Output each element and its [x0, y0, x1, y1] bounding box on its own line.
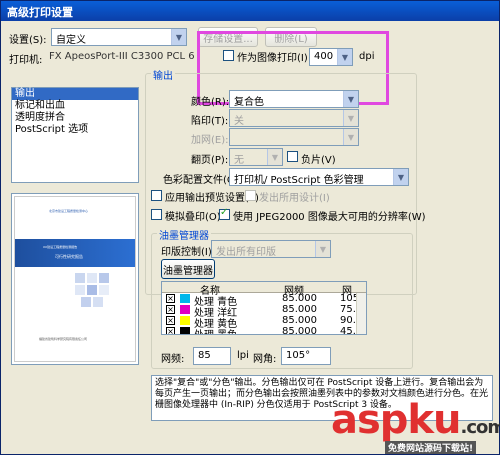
ink-swatch	[180, 294, 190, 303]
chevron-down-icon: ▼	[343, 91, 358, 107]
output-group-title: 输出	[151, 67, 175, 82]
flip-label: 翻页(P):	[191, 155, 229, 166]
watermark-suffix: .com	[460, 417, 500, 438]
simulate-overprint-checkbox[interactable]	[151, 209, 162, 220]
angle-value: 105°	[286, 350, 311, 361]
negative-checkbox[interactable]	[287, 151, 298, 162]
sidebar-item-marks-bleed[interactable]: 标记和出血	[12, 100, 138, 112]
watermark-main: aspku	[331, 397, 462, 443]
chevron-down-icon: ▼	[267, 149, 282, 165]
frequency-unit: lpi	[237, 350, 249, 361]
plate-control-value: 发出所有印版	[216, 247, 276, 258]
ink-table-scrollbar[interactable]	[356, 293, 366, 334]
window-title: 高级打印设置	[1, 1, 499, 21]
ink-table: 名称 网频 网 × 处理 青色 85.000 105 × 处理 洋红 85.000 75. × 处…	[161, 281, 367, 335]
angle-label: 网角:	[253, 354, 277, 365]
chevron-down-icon: ▼	[315, 241, 330, 257]
simulate-overprint-label: 模拟叠印(O)	[165, 212, 221, 223]
trapping-dropdown[interactable]: 关 ▼	[229, 109, 359, 127]
ink-row[interactable]: × 处理 黑色 85.000 45.	[162, 326, 356, 335]
ink-name: 处理 黑色	[194, 326, 237, 334]
frequency-label: 网频:	[161, 354, 185, 365]
printer-value: FX ApeosPort-III C3300 PCL 6	[49, 51, 195, 62]
plate-control-label: 印版控制(I):	[161, 247, 216, 258]
printer-label: 打印机:	[9, 55, 43, 66]
ink-table-header: 名称 网频 网	[162, 282, 366, 297]
settings-dropdown[interactable]: 自定义 ▼	[51, 28, 187, 46]
ink-angle: 90.	[340, 315, 356, 326]
chevron-down-icon: ▼	[343, 110, 358, 126]
ink-enable-icon[interactable]: ×	[166, 294, 175, 303]
ink-enable-icon[interactable]: ×	[166, 305, 175, 314]
negative-label: 负片(V)	[301, 155, 336, 166]
preview-line1: 北京市建设工程质量检测中心	[49, 209, 89, 213]
plate-control-dropdown[interactable]: 发出所有印版 ▼	[211, 240, 331, 258]
ink-swatch	[180, 327, 190, 334]
chevron-down-icon: ▼	[171, 29, 186, 45]
color-dropdown[interactable]: 复合色 ▼	[229, 90, 359, 108]
preview-line3: 可行性研究报告	[55, 254, 83, 259]
ink-angle: 75.	[340, 304, 356, 315]
angle-input[interactable]: 105°	[281, 347, 331, 365]
ink-swatch	[180, 305, 190, 314]
ink-frequency: 85.000	[282, 304, 317, 315]
trapping-label: 陷印(T):	[191, 116, 229, 127]
color-profile-value: 打印机/ PostScript 色彩管理	[234, 175, 364, 186]
jpeg2000-label: 使用 JPEG2000 图像最大可用的分辨率(W)	[233, 212, 426, 223]
ink-manager-button[interactable]: 油墨管理器	[161, 259, 215, 279]
preview-cube-graphic	[75, 273, 109, 307]
ink-enable-icon[interactable]: ×	[166, 316, 175, 325]
screening-label: 加网(E):	[191, 135, 229, 146]
flip-dropdown[interactable]: 无 ▼	[229, 148, 283, 166]
send-design-checkbox[interactable]	[245, 190, 256, 201]
ink-group-title: 油墨管理器	[157, 227, 211, 242]
color-value: 复合色	[234, 97, 264, 108]
screening-dropdown[interactable]: ▼	[229, 128, 359, 146]
sidebar-item-postscript[interactable]: PostScript 选项	[12, 124, 138, 136]
chevron-down-icon: ▼	[393, 169, 408, 185]
ink-enable-icon[interactable]: ×	[166, 327, 175, 334]
flip-value: 无	[234, 155, 244, 166]
jpeg2000-checkbox[interactable]	[219, 207, 230, 220]
watermark-sub: 免费网站源码下载站!	[385, 441, 477, 454]
ink-row[interactable]: × 处理 洋红 85.000 75.	[162, 304, 356, 319]
chevron-down-icon: ▼	[343, 129, 358, 145]
watermark-logo: aspku.com	[331, 397, 500, 443]
sidebar-item-transparency[interactable]: 透明度拼合	[12, 112, 138, 124]
color-label: 颜色(R):	[191, 97, 230, 108]
color-profile-dropdown[interactable]: 打印机/ PostScript 色彩管理 ▼	[229, 168, 409, 186]
preview-page: 北京市建设工程质量检测中心 XX建设工程质量检测报告 可行性研究报告 福建省建筑…	[14, 196, 136, 362]
frequency-input[interactable]: 85	[193, 347, 231, 365]
category-list[interactable]: 输出 标记和出血 透明度拼合 PostScript 选项	[11, 87, 139, 183]
page-preview: 北京市建设工程质量检测中心 XX建设工程质量检测报告 可行性研究报告 福建省建筑…	[11, 193, 139, 365]
ink-row[interactable]: × 处理 青色 85.000 105	[162, 293, 359, 308]
settings-label: 设置(S):	[9, 35, 47, 46]
ink-swatch	[180, 316, 190, 325]
sidebar-item-output[interactable]: 输出	[12, 88, 138, 100]
frequency-value: 85	[198, 350, 211, 361]
ink-row[interactable]: × 处理 黄色 85.000 90.	[162, 315, 356, 330]
advanced-print-dialog: 高级打印设置 设置(S): 自定义 ▼ 存储设置... 删除(L) 打印机: F…	[0, 0, 500, 455]
trapping-value: 关	[234, 116, 244, 127]
preview-banner: XX建设工程质量检测报告 可行性研究报告	[15, 239, 135, 267]
preview-footer: 福建省建筑科学研究院有限责任公司	[39, 337, 88, 341]
send-design-label: 发出所用设计(I)	[259, 193, 330, 204]
ink-frequency: 85.000	[282, 293, 317, 304]
preview-line2: XX建设工程质量检测报告	[43, 245, 78, 249]
ink-frequency: 85.000	[282, 315, 317, 326]
ink-angle: 45.	[340, 326, 356, 335]
settings-value: 自定义	[56, 35, 86, 46]
apply-preview-checkbox[interactable]	[151, 190, 162, 201]
ink-frequency: 85.000	[282, 326, 317, 335]
